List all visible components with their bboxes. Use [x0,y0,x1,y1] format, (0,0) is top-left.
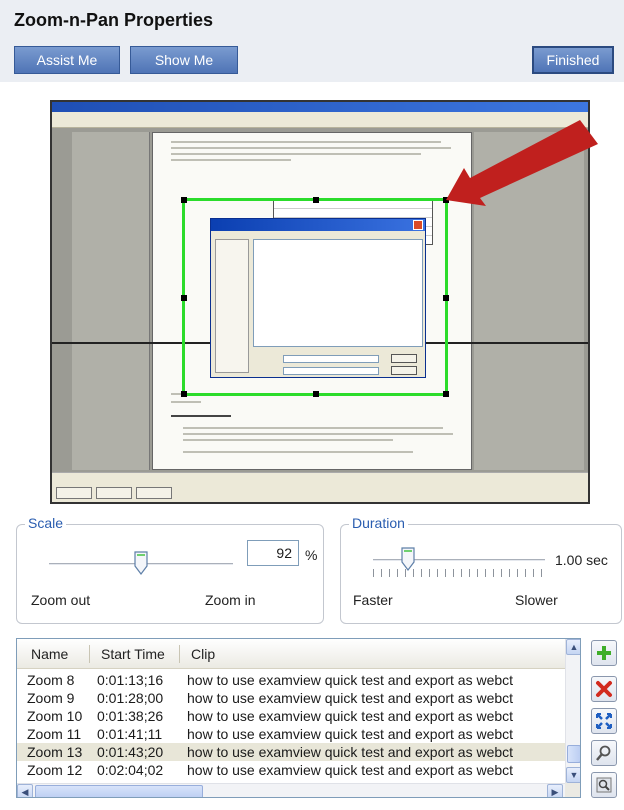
zoom-in-label: Zoom in [205,592,256,608]
scale-legend: Scale [25,515,67,531]
delete-icon [596,681,612,697]
red-arrow-icon [446,120,598,206]
add-icon [597,646,611,660]
horizontal-scroll-thumb[interactable] [35,785,203,797]
row-clip: how to use examview quick test and expor… [187,672,514,688]
row-start-time: 0:01:38;26 [97,708,164,724]
vertical-scrollbar[interactable]: ▲ ▼ [565,639,580,783]
list-item[interactable]: Zoom 10 0:01:38;26 how to use examview q… [17,707,565,725]
row-start-time: 0:02:04;02 [97,762,164,778]
scroll-right-button[interactable]: ▶ [547,784,563,797]
duration-legend: Duration [349,515,408,531]
duration-group: Duration 1.00 sec Faster Slower [340,515,622,624]
column-header-start-time[interactable]: Start Time [101,639,165,669]
row-clip: how to use examview quick test and expor… [187,744,514,760]
list-item[interactable]: Zoom 8 0:01:13;16 how to use examview qu… [17,671,565,689]
resize-handle-se[interactable] [443,391,449,397]
row-clip: how to use examview quick test and expor… [187,690,514,706]
resize-handle-sw[interactable] [181,391,187,397]
duration-ticks [373,569,543,577]
row-start-time: 0:01:13;16 [97,672,164,688]
zoom-to-selection-icon [596,745,611,761]
row-name: Zoom 9 [27,690,75,706]
page-title: Zoom-n-Pan Properties [14,10,214,30]
preview-titlebar [52,102,588,112]
row-start-time: 0:01:28;00 [97,690,164,706]
assist-me-button[interactable]: Assist Me [14,46,120,74]
slower-label: Slower [515,592,558,608]
add-zoom-button[interactable] [591,640,617,666]
fit-icon [596,713,612,729]
duration-slider-track[interactable] [373,559,545,561]
list-item[interactable]: Zoom 11 0:01:41;11 how to use examview q… [17,725,565,743]
row-clip: how to use examview quick test and expor… [187,726,514,742]
zoom-list[interactable]: Name Start Time Clip Zoom 8 0:01:13;16 h… [16,638,581,798]
header: Zoom-n-Pan Properties Assist Me Show Me … [0,0,624,82]
duration-slider-thumb[interactable] [401,547,415,571]
column-header-name[interactable]: Name [31,639,68,669]
list-item[interactable]: Zoom 12 0:02:04;02 how to use examview q… [17,761,565,779]
resize-handle-s[interactable] [313,391,319,397]
column-header-clip[interactable]: Clip [191,639,215,669]
scrollbar-corner [565,783,580,797]
list-item[interactable]: Zoom 9 0:01:28;00 how to use examview qu… [17,689,565,707]
scroll-up-button[interactable]: ▲ [566,639,580,655]
row-clip: how to use examview quick test and expor… [187,708,514,724]
zoom-selection-rectangle[interactable] [181,197,449,397]
preview-statusbar [52,472,588,502]
list-header: Name Start Time Clip [17,639,565,669]
scroll-left-button[interactable]: ◀ [17,784,33,797]
horizontal-scrollbar[interactable]: ◀ ▶ [17,783,565,797]
resize-handle-nw[interactable] [181,197,187,203]
fit-zoom-button[interactable] [591,708,617,734]
zoom-out-label: Zoom out [31,592,91,608]
row-name: Zoom 11 [27,726,82,742]
zoom-preview-icon [596,777,612,793]
resize-handle-w[interactable] [181,295,187,301]
scroll-down-button[interactable]: ▼ [566,767,580,783]
vertical-scroll-thumb[interactable] [567,745,580,763]
delete-zoom-button[interactable] [591,676,617,702]
zoom-preview-button[interactable] [591,772,617,798]
finished-button[interactable]: Finished [532,46,614,74]
scale-slider-thumb[interactable] [134,551,148,575]
scale-value-input[interactable]: 92 [247,540,299,566]
row-clip: how to use examview quick test and expor… [187,762,514,778]
preview-left-margin [72,132,150,470]
duration-value: 1.00 sec [555,552,608,568]
show-me-button[interactable]: Show Me [130,46,238,74]
row-name: Zoom 8 [27,672,75,688]
resize-handle-e[interactable] [443,295,449,301]
resize-handle-n[interactable] [313,197,319,203]
row-start-time: 0:01:43;20 [97,744,164,760]
scale-unit: % [305,547,318,563]
scale-group: Scale 92 % Zoom out Zoom in [16,515,324,624]
zoom-to-selection-button[interactable] [591,740,617,766]
row-name: Zoom 12 [27,762,83,778]
row-name: Zoom 10 [27,708,83,724]
row-start-time: 0:01:41;11 [97,726,163,742]
row-name: Zoom 13 [27,744,83,760]
list-item-selected[interactable]: Zoom 13 0:01:43;20 how to use examview q… [17,743,565,761]
faster-label: Faster [353,592,393,608]
